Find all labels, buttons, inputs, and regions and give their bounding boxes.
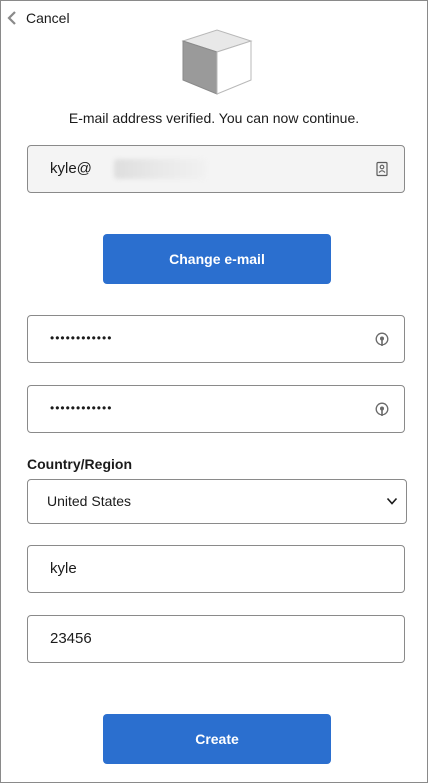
password-key-icon[interactable]: [374, 402, 390, 418]
country-region-value: United States: [47, 493, 132, 509]
cube-logo-icon: [181, 29, 253, 95]
country-region-select[interactable]: United States: [27, 479, 407, 524]
zip-field[interactable]: 23456: [27, 615, 405, 663]
cancel-label: Cancel: [26, 10, 70, 26]
verified-message: E-mail address verified. You can now con…: [68, 110, 360, 126]
name-field[interactable]: kyle: [27, 545, 405, 593]
chevron-down-icon: [386, 497, 398, 505]
password-field[interactable]: ••••••••••••: [27, 315, 405, 363]
name-value: kyle: [50, 560, 77, 577]
email-redaction: [114, 159, 206, 179]
country-region-label: Country/Region: [27, 456, 132, 472]
email-value: kyle@: [50, 160, 92, 177]
contact-card-icon: [376, 161, 388, 177]
zip-value: 23456: [50, 630, 92, 647]
cancel-link[interactable]: Cancel: [6, 8, 70, 28]
chevron-left-icon: [7, 11, 16, 25]
password-key-icon[interactable]: [374, 332, 390, 348]
create-button[interactable]: Create: [103, 714, 331, 764]
confirm-password-value: ••••••••••••: [50, 401, 113, 415]
email-field[interactable]: kyle@: [27, 145, 405, 193]
password-value: ••••••••••••: [50, 331, 113, 345]
confirm-password-field[interactable]: ••••••••••••: [27, 385, 405, 433]
change-email-button[interactable]: Change e-mail: [103, 234, 331, 284]
